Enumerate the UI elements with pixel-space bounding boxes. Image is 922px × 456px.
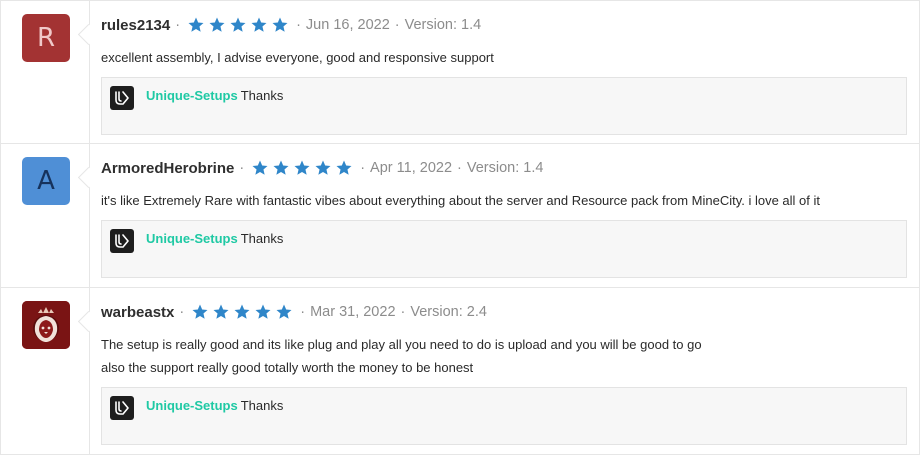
separator: · <box>179 304 185 320</box>
review-item: A ArmoredHerobrine · · Apr 11, 2022 · Ve… <box>0 143 920 288</box>
review-meta: rules2134 · · Jun 16, 2022 · Version: 1.… <box>101 13 907 37</box>
separator: · <box>296 17 301 33</box>
review-text-line: also the support really good totally wor… <box>101 360 474 375</box>
separator: · <box>394 17 400 33</box>
star-icon <box>251 159 269 177</box>
separator: · <box>300 304 306 320</box>
review-text: excellent assembly, I advise everyone, g… <box>101 46 907 69</box>
review-meta: ArmoredHerobrine · · Apr 11, 2022 · Vers… <box>101 156 907 180</box>
review-date[interactable]: Jun 16, 2022 <box>306 17 390 33</box>
username-link[interactable]: warbeastx <box>101 304 174 321</box>
star-icon <box>250 16 268 34</box>
star-icon <box>208 16 226 34</box>
reply-content: Unique-Setups Thanks <box>146 398 283 413</box>
review-body: ArmoredHerobrine · · Apr 11, 2022 · Vers… <box>101 156 907 278</box>
star-icon <box>233 303 251 321</box>
review-text-line: it's like Extremely Rare with fantastic … <box>101 193 820 208</box>
review-date[interactable]: Mar 31, 2022 <box>310 304 395 320</box>
reply-author-link[interactable]: Unique-Setups <box>146 88 238 103</box>
review-body: warbeastx · · Mar 31, 2022 · Version: 2.… <box>101 300 907 445</box>
separator: · <box>175 17 181 33</box>
star-icon <box>191 303 209 321</box>
reviews-list: R rules2134 · · Jun 16, 2022 · Version: … <box>0 0 922 456</box>
reply-content: Unique-Setups Thanks <box>146 88 283 103</box>
author-reply: Unique-Setups Thanks <box>101 387 907 445</box>
star-icon <box>254 303 272 321</box>
star-icon <box>272 159 290 177</box>
separator: · <box>400 304 406 320</box>
star-rating <box>187 16 289 34</box>
star-rating <box>251 159 353 177</box>
avatar[interactable]: R <box>22 14 70 62</box>
review-version: Version: 1.4 <box>466 160 544 176</box>
review-text: The setup is really good and its like pl… <box>101 333 907 379</box>
review-item: warbeastx · · Mar 31, 2022 · Version: 2.… <box>0 287 920 455</box>
avatar-column: A <box>1 144 90 287</box>
star-icon <box>212 303 230 321</box>
review-date[interactable]: Apr 11, 2022 <box>370 160 452 176</box>
review-text: it's like Extremely Rare with fantastic … <box>101 189 907 212</box>
star-icon <box>275 303 293 321</box>
avatar-column <box>1 288 90 454</box>
reply-author-link[interactable]: Unique-Setups <box>146 231 238 246</box>
review-body: rules2134 · · Jun 16, 2022 · Version: 1.… <box>101 13 907 135</box>
separator: · <box>239 160 245 176</box>
review-text-line: The setup is really good and its like pl… <box>101 337 702 352</box>
reply-content: Unique-Setups Thanks <box>146 231 283 246</box>
avatar[interactable] <box>22 301 70 349</box>
avatar-column: R <box>1 1 90 143</box>
lion-crest-icon <box>22 301 70 349</box>
author-reply: Unique-Setups Thanks <box>101 77 907 135</box>
star-icon <box>229 16 247 34</box>
review-version: Version: 2.4 <box>410 304 487 320</box>
username-link[interactable]: ArmoredHerobrine <box>101 160 234 177</box>
review-version: Version: 1.4 <box>404 17 482 33</box>
reply-author-link[interactable]: Unique-Setups <box>146 398 238 413</box>
star-icon <box>335 159 353 177</box>
unique-setups-logo-icon[interactable] <box>110 229 134 253</box>
avatar[interactable]: A <box>22 157 70 205</box>
reply-text: Thanks <box>240 231 284 246</box>
review-meta: warbeastx · · Mar 31, 2022 · Version: 2.… <box>101 300 907 324</box>
separator: · <box>360 160 366 176</box>
unique-setups-logo-icon[interactable] <box>110 86 134 110</box>
reply-text: Thanks <box>240 88 284 103</box>
review-item: R rules2134 · · Jun 16, 2022 · Version: … <box>0 0 920 144</box>
review-text-line: excellent assembly, I advise everyone, g… <box>101 50 494 65</box>
star-rating <box>191 303 293 321</box>
unique-setups-logo-icon[interactable] <box>110 396 134 420</box>
star-icon <box>187 16 205 34</box>
separator: · <box>457 160 462 176</box>
reply-text: Thanks <box>240 398 284 413</box>
author-reply: Unique-Setups Thanks <box>101 220 907 278</box>
star-icon <box>293 159 311 177</box>
star-icon <box>314 159 332 177</box>
username-link[interactable]: rules2134 <box>101 17 170 34</box>
star-icon <box>271 16 289 34</box>
